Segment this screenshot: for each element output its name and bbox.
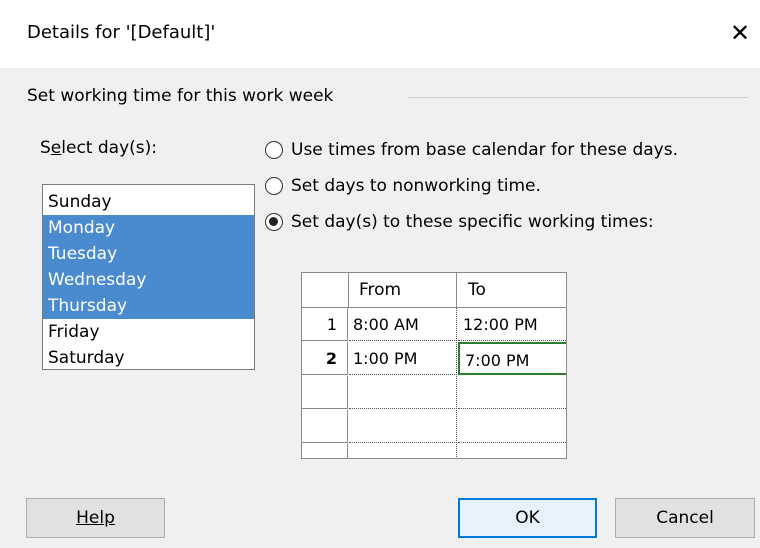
- dialog-body: Set working time for this work week Sele…: [0, 68, 760, 548]
- cell-to[interactable]: 12:00 PM: [458, 308, 566, 341]
- radio-label: Use times from base calendar for these d…: [291, 140, 678, 160]
- close-icon[interactable]: ✕: [723, 16, 757, 50]
- cell-from[interactable]: 8:00 AM: [349, 308, 457, 341]
- radio-base-calendar[interactable]: Use times from base calendar for these d…: [265, 140, 678, 160]
- radio-specific-times[interactable]: Set day(s) to these specific working tim…: [265, 212, 654, 232]
- group-divider: [408, 97, 748, 98]
- cell-from[interactable]: [349, 376, 457, 409]
- day-item-saturday[interactable]: Saturday: [43, 345, 254, 371]
- cell-from[interactable]: 1:00 PM: [349, 342, 457, 375]
- column-header-from: From: [349, 273, 457, 307]
- ok-button[interactable]: OK: [458, 498, 597, 538]
- day-item-friday[interactable]: Friday: [43, 319, 254, 345]
- table-row: [302, 410, 566, 444]
- days-listbox[interactable]: Sunday Monday Tuesday Wednesday Thursday…: [42, 184, 255, 370]
- row-number: [302, 376, 348, 409]
- cell-from[interactable]: [349, 444, 457, 458]
- day-item-wednesday[interactable]: Wednesday: [43, 267, 254, 293]
- row-number: [302, 444, 348, 458]
- title-bar: Details for '[Default]' ✕: [0, 0, 760, 68]
- cancel-button[interactable]: Cancel: [615, 498, 755, 538]
- radio-label: Set days to nonworking time.: [291, 176, 541, 196]
- help-button[interactable]: Help: [26, 498, 165, 538]
- row-number-header: [302, 273, 349, 307]
- day-item-tuesday[interactable]: Tuesday: [43, 241, 254, 267]
- table-row: 1 8:00 AM 12:00 PM: [302, 308, 566, 342]
- day-item-sunday[interactable]: Sunday: [43, 189, 254, 215]
- radio-checked-icon[interactable]: [265, 213, 283, 231]
- cell-to[interactable]: [458, 410, 566, 443]
- table-row: [302, 444, 566, 458]
- row-number: 1: [302, 308, 348, 341]
- cell-to[interactable]: [458, 444, 566, 458]
- radio-icon[interactable]: [265, 177, 283, 195]
- row-number: 2: [302, 342, 348, 375]
- day-item-monday[interactable]: Monday: [43, 215, 254, 241]
- table-row: [302, 376, 566, 410]
- cell-to-active[interactable]: 7:00 PM: [458, 342, 566, 375]
- dialog-title: Details for '[Default]': [27, 22, 216, 43]
- day-item-thursday[interactable]: Thursday: [43, 293, 254, 319]
- radio-nonworking[interactable]: Set days to nonworking time.: [265, 176, 541, 196]
- table-row: 2 1:00 PM 7:00 PM: [302, 342, 566, 376]
- help-button-label: Help: [76, 508, 115, 528]
- cell-to[interactable]: [458, 376, 566, 409]
- radio-icon[interactable]: [265, 141, 283, 159]
- radio-label: Set day(s) to these specific working tim…: [291, 212, 654, 232]
- working-times-grid[interactable]: From To 1 8:00 AM 12:00 PM 2 1:00 PM 7:0…: [301, 272, 567, 459]
- grid-header: From To: [302, 273, 566, 308]
- select-days-label: Select day(s):: [40, 138, 157, 158]
- column-header-to: To: [468, 280, 486, 300]
- row-number: [302, 410, 348, 443]
- group-label: Set working time for this work week: [27, 86, 334, 106]
- cell-from[interactable]: [349, 410, 457, 443]
